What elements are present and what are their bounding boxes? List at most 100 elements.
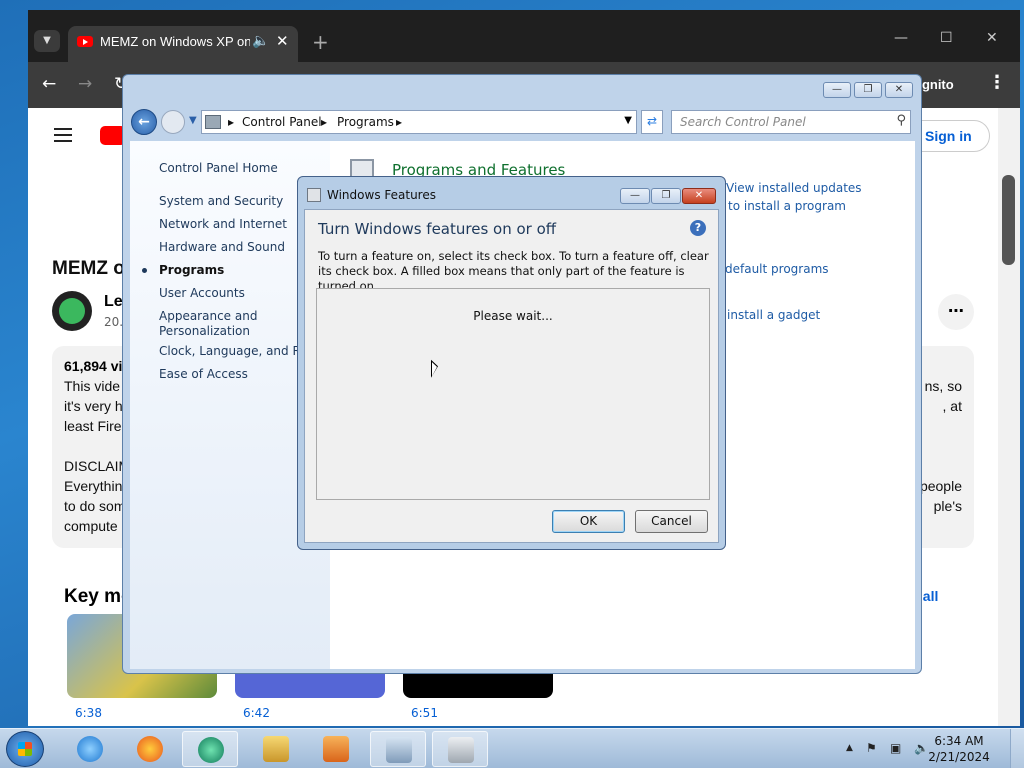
control-panel-icon bbox=[205, 115, 221, 129]
forward-arrow-icon[interactable] bbox=[161, 110, 185, 134]
show-hidden-icons[interactable]: ▲ bbox=[846, 743, 853, 753]
task-link[interactable]: default programs bbox=[725, 262, 829, 276]
maximize-icon[interactable]: ☐ bbox=[940, 30, 953, 46]
ok-button[interactable]: OK bbox=[552, 510, 625, 533]
breadcrumb-control-panel[interactable]: Control Panel bbox=[242, 115, 322, 129]
minimize-icon[interactable]: — bbox=[620, 188, 650, 204]
nav-hardware-and-sound[interactable]: Hardware and Sound bbox=[159, 240, 285, 254]
nav-system-and-security[interactable]: System and Security bbox=[159, 194, 283, 208]
control-panel-icon bbox=[386, 737, 412, 763]
moment-duration: 6:42 bbox=[243, 706, 270, 720]
windows-features-icon bbox=[448, 737, 474, 763]
dialog-body: Turn Windows features on or off ? To tur… bbox=[304, 209, 719, 543]
close-icon[interactable]: ✕ bbox=[682, 188, 716, 204]
flag-icon[interactable]: ⚑ bbox=[866, 741, 877, 755]
recent-pages-icon[interactable]: ▼ bbox=[189, 115, 197, 126]
dialog-window-controls: — ❐ ✕ bbox=[619, 187, 716, 204]
description-line: people bbox=[919, 478, 962, 494]
task-link[interactable]: install a gadget bbox=[727, 308, 820, 322]
window-controls: — ❐ ✕ bbox=[820, 81, 913, 98]
maximize-icon[interactable]: ❐ bbox=[854, 82, 882, 98]
network-icon[interactable]: ▣ bbox=[890, 741, 901, 755]
loading-status: Please wait... bbox=[473, 309, 553, 323]
scrollbar-thumb[interactable] bbox=[1002, 175, 1015, 265]
forward-arrow-icon[interactable]: → bbox=[78, 74, 92, 94]
description-line: to do som bbox=[64, 498, 126, 514]
minimize-icon[interactable]: — bbox=[823, 82, 851, 98]
control-panel-home-link[interactable]: Control Panel Home bbox=[159, 161, 278, 175]
windows-features-icon bbox=[307, 188, 321, 202]
address-bar[interactable]: ▸ Control Panel ▸ Programs ▸ ▼ bbox=[201, 110, 637, 134]
page-scrollbar[interactable] bbox=[998, 108, 1020, 726]
search-input[interactable]: Search Control Panel ⚲ bbox=[671, 110, 911, 134]
dialog-heading: Turn Windows features on or off bbox=[318, 220, 557, 238]
subscriber-count: 20. bbox=[104, 315, 124, 329]
folder-icon bbox=[263, 736, 289, 762]
close-icon[interactable]: ✕ bbox=[885, 82, 913, 98]
media-player-icon bbox=[323, 736, 349, 762]
cancel-button[interactable]: Cancel bbox=[635, 510, 708, 533]
more-actions-icon[interactable]: ⋯ bbox=[938, 294, 974, 330]
new-tab-button[interactable]: + bbox=[312, 30, 329, 54]
chevron-down-icon[interactable]: ▼ bbox=[624, 115, 632, 126]
browser-icon bbox=[198, 737, 224, 763]
show-desktop-button[interactable] bbox=[1010, 729, 1024, 768]
hamburger-menu-icon[interactable] bbox=[54, 128, 72, 142]
task-link[interactable]: View installed updates bbox=[726, 181, 862, 195]
back-arrow-icon[interactable]: ← bbox=[131, 109, 157, 135]
browser-menu-icon[interactable]: ⋮ bbox=[988, 72, 1006, 93]
nav-personalization[interactable]: Personalization bbox=[159, 324, 250, 338]
speaker-icon[interactable]: 🔈 bbox=[252, 33, 269, 49]
search-icon[interactable]: ⚲ bbox=[896, 113, 906, 128]
description-line: it's very h bbox=[64, 398, 123, 414]
nav-programs[interactable]: Programs bbox=[159, 263, 224, 277]
help-icon[interactable]: ? bbox=[690, 220, 706, 236]
internet-explorer-icon bbox=[77, 736, 103, 762]
description-line: Everythin bbox=[64, 478, 123, 494]
taskbar-windows-features[interactable] bbox=[432, 731, 488, 767]
start-button[interactable] bbox=[6, 731, 44, 767]
refresh-icon[interactable]: ⇄ bbox=[641, 110, 663, 134]
back-arrow-icon[interactable]: ← bbox=[42, 74, 56, 94]
taskbar-browser[interactable] bbox=[182, 731, 238, 767]
system-clock[interactable]: 6:34 AM 2/21/2024 bbox=[924, 733, 994, 765]
nav-appearance[interactable]: Appearance and bbox=[159, 309, 257, 323]
dialog-title: Windows Features bbox=[327, 188, 436, 202]
tab-search-button[interactable]: ▼ bbox=[34, 30, 60, 52]
taskbar-explorer[interactable] bbox=[248, 731, 304, 767]
browser-tab[interactable]: MEMZ on Windows XP on 🔈 ✕ bbox=[68, 26, 298, 62]
active-bullet bbox=[142, 268, 147, 273]
channel-name[interactable]: Le bbox=[104, 293, 123, 311]
task-link[interactable]: to install a program bbox=[728, 199, 846, 213]
view-count: 61,894 vi bbox=[64, 358, 123, 374]
video-title: MEMZ o bbox=[52, 258, 125, 279]
taskbar: ▲ ⚑ ▣ 🔈 6:34 AM 2/21/2024 bbox=[0, 728, 1024, 768]
nav-ease-of-access[interactable]: Ease of Access bbox=[159, 367, 248, 381]
close-icon[interactable]: ✕ bbox=[986, 30, 998, 46]
nav-network-and-internet[interactable]: Network and Internet bbox=[159, 217, 287, 231]
tab-close-icon[interactable]: ✕ bbox=[276, 32, 289, 50]
moment-duration: 6:51 bbox=[411, 706, 438, 720]
taskbar-control-panel[interactable] bbox=[370, 731, 426, 767]
nav-user-accounts[interactable]: User Accounts bbox=[159, 286, 245, 300]
firefox-icon bbox=[137, 736, 163, 762]
taskbar-firefox[interactable] bbox=[122, 731, 178, 767]
windows-features-dialog: Windows Features — ❐ ✕ Turn Windows featur… bbox=[297, 176, 726, 550]
taskbar-media-player[interactable] bbox=[308, 731, 364, 767]
features-list[interactable]: Please wait... bbox=[316, 288, 710, 500]
maximize-icon[interactable]: ❐ bbox=[651, 188, 681, 204]
nav-clock-language-region[interactable]: Clock, Language, and Reg bbox=[159, 344, 315, 358]
description-line: ns, so bbox=[924, 378, 962, 394]
clock-time: 6:34 AM bbox=[934, 734, 984, 748]
navigation-bar: ← ▼ ▸ Control Panel ▸ Programs ▸ ▼ ⇄ Sea… bbox=[131, 109, 915, 135]
description-line: ple's bbox=[933, 498, 962, 514]
description-line: least Fire bbox=[64, 418, 122, 434]
minimize-icon[interactable]: — bbox=[894, 30, 908, 46]
taskbar-internet-explorer[interactable] bbox=[62, 731, 118, 767]
description-line: compute bbox=[64, 518, 118, 534]
tab-title: MEMZ on Windows XP on bbox=[100, 34, 250, 49]
breadcrumb-programs[interactable]: Programs bbox=[337, 115, 394, 129]
youtube-favicon-icon bbox=[77, 36, 93, 47]
moment-duration: 6:38 bbox=[75, 706, 102, 720]
channel-avatar[interactable] bbox=[52, 291, 92, 331]
